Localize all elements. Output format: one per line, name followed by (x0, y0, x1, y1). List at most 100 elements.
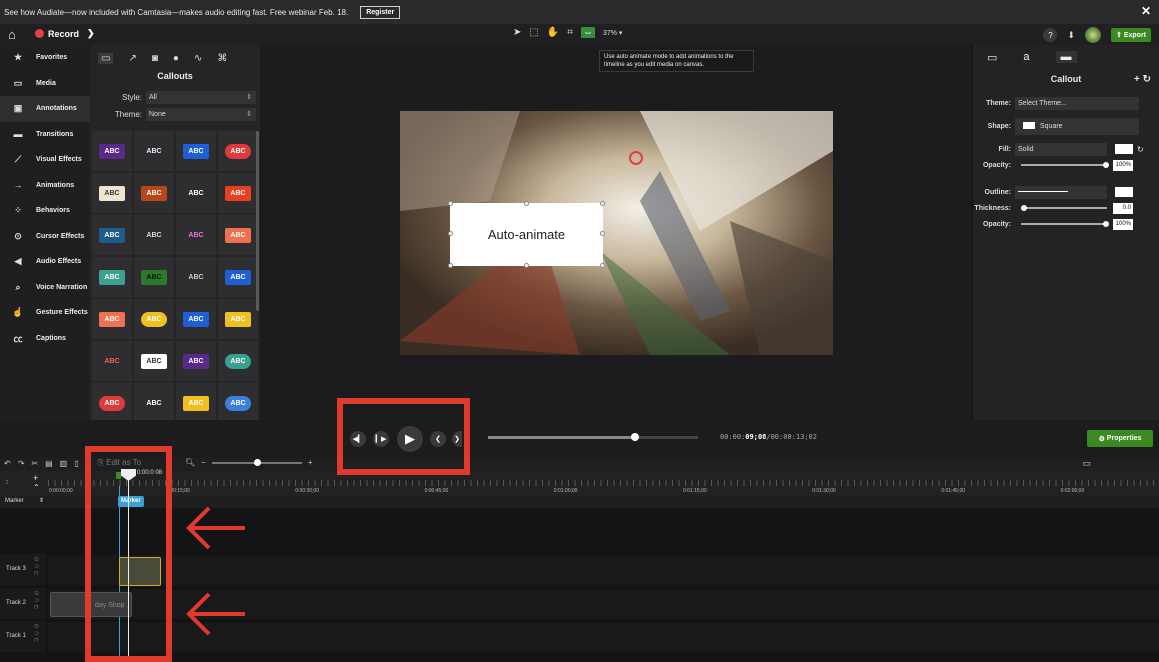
close-banner-icon[interactable]: ✕ (1141, 4, 1151, 18)
sidebar-item-gesture-effects[interactable]: ☝ Gesture Effects (0, 300, 90, 326)
track-header[interactable]: Track 3 ⊙ ⊃ ⊓ (0, 554, 46, 585)
add-reset-icon[interactable]: + ↻ (1134, 74, 1151, 85)
arrow-tool-icon[interactable]: ➤ (513, 27, 521, 38)
sidebar-item-captions[interactable]: ㏄ Captions (0, 326, 90, 352)
export-button[interactable]: ⇧ Export (1111, 28, 1151, 42)
resize-handle[interactable] (524, 201, 529, 206)
video-preview[interactable]: Auto-animate (400, 111, 833, 355)
zoom-knob[interactable] (253, 458, 261, 466)
cut-icon[interactable]: ✂ (31, 459, 38, 468)
blur-tab-icon[interactable]: ● (173, 53, 179, 64)
fill-dropdown[interactable]: Solid (1015, 142, 1107, 156)
track-lock-icon[interactable]: ⊙ ⊃ ⊓ (34, 624, 39, 645)
resize-handle[interactable] (448, 201, 453, 206)
callout-template[interactable]: ABC (92, 257, 132, 297)
theme-select[interactable]: None (146, 108, 256, 121)
callout-template[interactable]: ABC (92, 131, 132, 171)
callout-template[interactable]: ABC (92, 383, 132, 420)
reset-icon[interactable]: ↻ (1137, 145, 1144, 154)
callout-template[interactable]: ABC (134, 299, 174, 339)
properties-button[interactable]: ⚙ Properties (1087, 430, 1153, 447)
sidebar-item-cursor-effects[interactable]: ⊙ Cursor Effects (0, 224, 90, 250)
sidebar-item-visual-effects[interactable]: ⟋ Visual Effects (0, 147, 90, 173)
callout-template[interactable]: ABC (134, 341, 174, 381)
crop-tool-icon[interactable]: ⌗ (567, 27, 573, 38)
opacity-knob[interactable] (1103, 162, 1109, 168)
callout-template[interactable]: ABC (92, 173, 132, 213)
zoom-select[interactable]: 37% ▾ (603, 29, 622, 37)
add-track-icon[interactable]: + (33, 473, 38, 483)
sidebar-item-media[interactable]: ▭ Media (0, 71, 90, 97)
timeline-view-icon[interactable]: ▭ (1082, 458, 1091, 469)
fit-canvas-icon[interactable]: ⇔ (580, 27, 595, 38)
style-select[interactable]: All (146, 91, 256, 104)
opacity-slider[interactable] (1021, 162, 1109, 168)
callout-template[interactable]: ABC (134, 383, 174, 420)
record-button[interactable]: Record ❯ (35, 28, 95, 39)
sidebar-item-behaviors[interactable]: ⁘ Behaviors (0, 198, 90, 224)
callout-tab-icon[interactable]: ▭ (98, 52, 114, 64)
track-lock-icon[interactable]: ⊙ ⊃ ⊓ (34, 557, 39, 578)
playback-progress[interactable] (488, 433, 698, 441)
split-icon[interactable]: ▯ (74, 459, 78, 468)
outline-color-swatch[interactable] (1115, 187, 1133, 197)
callout-template[interactable]: ABC (176, 383, 216, 420)
keystroke-tab-icon[interactable]: ⌘ (217, 53, 227, 64)
callout-template[interactable]: ABC (134, 257, 174, 297)
callout-template[interactable]: ABC (176, 131, 216, 171)
callouts-scrollbar[interactable] (256, 131, 259, 311)
resize-handle[interactable] (600, 231, 605, 236)
callout-template[interactable]: ABC (176, 173, 216, 213)
outline-opacity-value[interactable]: 100% (1113, 218, 1133, 230)
outline-opacity-slider[interactable] (1021, 221, 1109, 227)
zoom-in-icon[interactable]: + (308, 458, 313, 467)
arrow-tab-icon[interactable]: ↗ (128, 53, 136, 64)
resize-handle[interactable] (600, 263, 605, 268)
callout-template[interactable]: ABC (218, 299, 258, 339)
sidebar-item-voice-narration[interactable]: ⌕ Voice Narration (0, 275, 90, 301)
resize-handle[interactable] (524, 263, 529, 268)
callout-template[interactable]: ABC (176, 299, 216, 339)
timeline-ruler[interactable]: + ⌃ ⁝ 0:00:00;00 0:00:15;00 0:00:30;00 0:00… (0, 471, 1159, 496)
auto-animate-callout[interactable]: Auto-animate (450, 203, 603, 266)
callout-template[interactable]: ABC (92, 341, 132, 381)
track-header[interactable]: Track 2 ⊙ ⊃ ⊓ (0, 588, 46, 619)
shape-tab-icon[interactable]: ◙ (152, 53, 158, 64)
zoom-icon[interactable]: 🔍︎ (185, 458, 195, 467)
zoom-slider[interactable] (211, 458, 302, 466)
resize-handle[interactable] (448, 263, 453, 268)
collapse-icon[interactable]: ⌃ (33, 483, 40, 492)
theme-dropdown[interactable]: Select Theme... (1015, 96, 1139, 110)
shape-dropdown[interactable]: Square (1015, 117, 1139, 135)
copy-icon[interactable]: ▤ (45, 459, 53, 468)
callout-template[interactable]: ABC (92, 215, 132, 255)
callout-template[interactable]: ABC (218, 383, 258, 420)
opacity-value[interactable]: 100% (1113, 159, 1133, 171)
progress-knob[interactable] (631, 433, 639, 441)
download-icon[interactable]: ⬇ (1067, 30, 1075, 41)
callout-template[interactable]: ABC (218, 131, 258, 171)
resize-handle[interactable] (600, 201, 605, 206)
sketch-tab-icon[interactable]: ∿ (194, 53, 202, 64)
outline-dropdown[interactable] (1015, 185, 1107, 199)
sidebar-item-transitions[interactable]: ▬ Transitions (0, 122, 90, 148)
visual-tab-icon[interactable]: ▭ (987, 51, 997, 64)
outline-opacity-knob[interactable] (1103, 221, 1109, 227)
thickness-value[interactable]: 0.0 (1113, 202, 1133, 214)
callout-template[interactable]: ABC (176, 215, 216, 255)
sidebar-item-audio-effects[interactable]: ◀ Audio Effects (0, 249, 90, 275)
avatar[interactable] (1085, 27, 1102, 43)
text-tab-icon[interactable]: a (1023, 51, 1029, 63)
pan-tool-icon[interactable]: ✋ (547, 27, 559, 38)
sidebar-item-animations[interactable]: → Animations (0, 173, 90, 199)
callout-template[interactable]: ABC (218, 257, 258, 297)
callout-template[interactable]: ABC (218, 173, 258, 213)
callout-template[interactable]: ABC (176, 341, 216, 381)
callout-template[interactable]: ABC (218, 215, 258, 255)
callout-template[interactable]: ABC (134, 173, 174, 213)
marker-row-toggle-icon[interactable]: ⇕ (39, 497, 44, 504)
redo-icon[interactable]: ↷ (18, 459, 25, 468)
track-header[interactable]: Track 1 ⊙ ⊃ ⊓ (0, 621, 46, 652)
fill-color-swatch[interactable] (1115, 144, 1133, 154)
chevron-right-icon[interactable]: ❯ (87, 28, 95, 39)
